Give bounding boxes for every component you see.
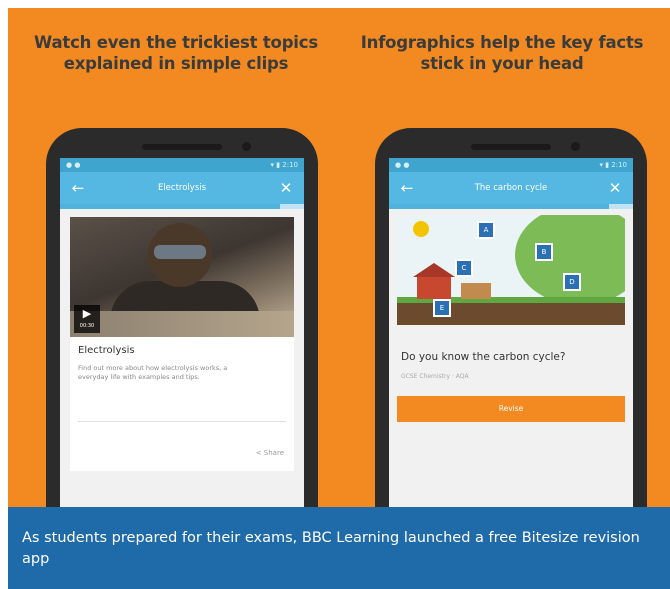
phone-camera <box>571 142 580 151</box>
infographic-tag[interactable]: E <box>433 299 451 317</box>
video-thumbnail[interactable]: ▶ 00:30 <box>70 217 294 337</box>
share-icon: < <box>255 449 264 457</box>
phone-mockup-infographic: ● ● ▾ ▮ 2:10 ← The carbon cycle ✕ A B C … <box>375 128 647 518</box>
status-bar: ● ● ▾ ▮ 2:10 <box>389 158 633 172</box>
phone-speaker <box>471 144 551 150</box>
infographic-tag[interactable]: D <box>563 273 581 291</box>
headline-video-clips: Watch even the trickiest topics explaine… <box>34 33 318 73</box>
house-roof <box>413 263 455 277</box>
status-bar: ● ● ▾ ▮ 2:10 <box>60 158 304 172</box>
video-duration: 00:30 <box>79 323 95 329</box>
back-arrow-icon[interactable]: ← <box>397 179 417 197</box>
video-goggles <box>154 245 206 259</box>
status-icons-left: ● ● <box>66 161 81 169</box>
revise-button[interactable]: Revise <box>397 396 625 422</box>
carbon-cycle-infographic: A B C D E <box>397 215 625 325</box>
progress-fill <box>60 204 280 209</box>
progress-bar <box>60 204 304 209</box>
back-arrow-icon[interactable]: ← <box>68 179 88 197</box>
phone-screen: ● ● ▾ ▮ 2:10 ← Electrolysis ✕ ▶ 00:30 El… <box>60 158 304 518</box>
page: Watch even the trickiest topics explaine… <box>0 0 670 589</box>
play-button[interactable]: ▶ 00:30 <box>74 305 100 333</box>
promo-banner: Watch even the trickiest topics explaine… <box>8 8 670 518</box>
card-divider <box>78 421 286 422</box>
phone-mockup-video: ● ● ▾ ▮ 2:10 ← Electrolysis ✕ ▶ 00:30 El… <box>46 128 318 518</box>
play-icon: ▶ <box>82 307 92 320</box>
progress-fill <box>389 204 609 209</box>
app-bar-title: The carbon cycle <box>474 183 548 193</box>
close-icon[interactable]: ✕ <box>605 179 625 197</box>
app-bar-title: Electrolysis <box>157 183 207 193</box>
infographic-tag[interactable]: C <box>455 259 473 277</box>
app-bar: ← The carbon cycle ✕ <box>389 172 633 204</box>
phone-speaker <box>142 144 222 150</box>
house-icon <box>417 277 451 299</box>
topic-card: Electrolysis Find out more about how ele… <box>70 337 294 471</box>
close-icon[interactable]: ✕ <box>276 179 296 197</box>
headline-infographics: Infographics help the key facts stick in… <box>360 33 644 73</box>
topic-title: Electrolysis <box>78 345 135 356</box>
app-bar: ← Electrolysis ✕ <box>60 172 304 204</box>
sun-icon <box>413 221 429 237</box>
caption-text: As students prepared for their exams, BB… <box>22 530 640 567</box>
phone-screen: ● ● ▾ ▮ 2:10 ← The carbon cycle ✕ A B C … <box>389 158 633 518</box>
progress-bar <box>389 204 633 209</box>
quiz-subtitle: GCSE Chemistry · AQA <box>401 373 469 380</box>
topic-description: Find out more about how electrolysis wor… <box>78 364 228 381</box>
infographic-ground <box>397 303 625 325</box>
status-icons-right: ▾ ▮ 2:10 <box>599 161 627 169</box>
share-button[interactable]: < Share <box>256 449 284 457</box>
status-icons-left: ● ● <box>395 161 410 169</box>
status-icons-right: ▾ ▮ 2:10 <box>270 161 298 169</box>
infographic-tag[interactable]: A <box>477 221 495 239</box>
quiz-question: Do you know the carbon cycle? <box>401 351 566 363</box>
infographic-tag[interactable]: B <box>535 243 553 261</box>
caption-bar: As students prepared for their exams, BB… <box>8 507 670 589</box>
phone-camera <box>242 142 251 151</box>
infographic-trees <box>515 215 625 305</box>
factory-icon <box>461 283 491 299</box>
share-label: Share <box>263 449 284 457</box>
video-bench <box>70 311 294 337</box>
